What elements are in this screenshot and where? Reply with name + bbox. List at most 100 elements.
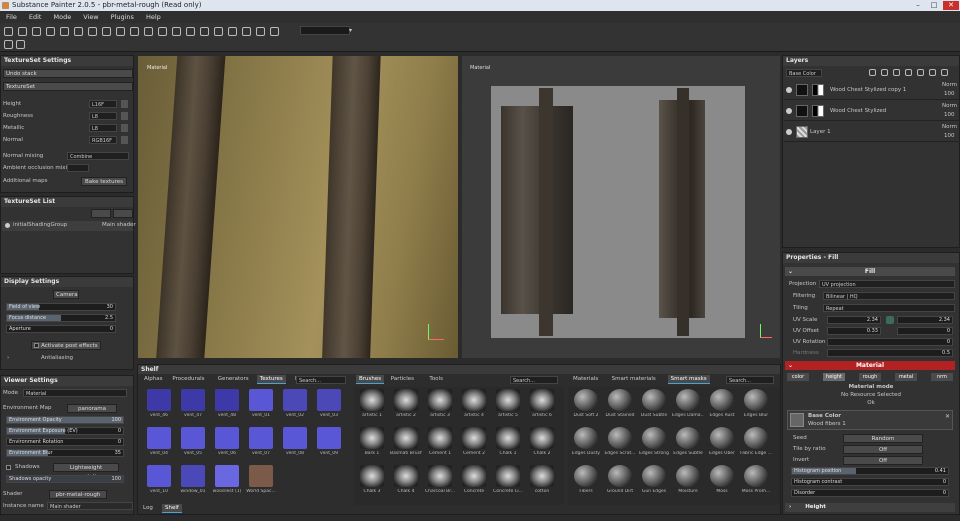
material-channel-chip[interactable]: metal	[895, 373, 917, 381]
instance-name-field[interactable]: Main shader	[47, 502, 133, 510]
texture-thumbnail[interactable]	[283, 389, 307, 411]
texture-thumbnail[interactable]	[181, 427, 205, 449]
smart-mask-thumbnail[interactable]	[676, 465, 700, 487]
brush-icon[interactable]	[18, 27, 27, 36]
antialiasing-section[interactable]: › Antialiasing	[7, 354, 73, 363]
smart-mask-thumbnail[interactable]	[574, 389, 598, 411]
layer-blend-mode[interactable]: Norm	[942, 81, 957, 90]
transform-icon[interactable]	[158, 27, 167, 36]
shelf-search-masks[interactable]: Search...	[726, 376, 774, 384]
viewer-slider[interactable]: Environment Rotation 0	[6, 438, 124, 446]
brush-thumbnail[interactable]	[496, 465, 520, 487]
screenshot-icon[interactable]	[4, 40, 13, 49]
material-channel-chip[interactable]: rough	[859, 373, 881, 381]
add-layer-icon[interactable]	[881, 69, 888, 76]
shader-select[interactable]: pbr-metal-rough	[49, 490, 107, 499]
menu-item-help[interactable]: Help	[146, 13, 161, 21]
texture-thumbnail[interactable]	[147, 465, 171, 487]
shelf-tab[interactable]: Materials	[570, 375, 601, 384]
menu-item-plugins[interactable]: Plugins	[111, 13, 134, 21]
layer-blend-mode[interactable]: Norm	[942, 123, 957, 132]
layer-opacity[interactable]: 100	[944, 90, 955, 99]
mode-select[interactable]: Material	[23, 389, 127, 397]
minimize-button[interactable]: –	[910, 1, 926, 10]
texture-thumbnail[interactable]	[249, 427, 273, 449]
delete-icon[interactable]	[941, 69, 948, 76]
brush-thumbnail[interactable]	[496, 389, 520, 411]
post-effects-toggle[interactable]: Activate post effects	[31, 341, 101, 350]
material-channel-chip[interactable]: color	[787, 373, 809, 381]
menu-item-view[interactable]: View	[83, 13, 98, 21]
eraser-icon[interactable]	[32, 27, 41, 36]
brush-thumbnail[interactable]	[360, 427, 384, 449]
projection-select[interactable]: UV projection	[819, 280, 955, 288]
shelf-tab[interactable]: Procedurals	[169, 375, 207, 384]
histogram-position-slider[interactable]: Histogram position 0.41	[791, 467, 949, 475]
layer-row[interactable]: Wood Chest Stylized Norm 100	[784, 102, 960, 121]
add-effect-icon[interactable]	[917, 69, 924, 76]
tile-by-ratio-button[interactable]: Off	[843, 445, 923, 454]
layout-icon[interactable]	[214, 27, 223, 36]
shelf-tab[interactable]: Particles	[388, 375, 417, 384]
smart-mask-thumbnail[interactable]	[574, 465, 598, 487]
split-icon[interactable]	[242, 27, 251, 36]
smart-mask-thumbnail[interactable]	[608, 427, 632, 449]
bottom-tab[interactable]: Shelf	[162, 504, 182, 513]
remove-channel-icon[interactable]	[121, 112, 128, 120]
seed-random-button[interactable]: Random	[843, 434, 923, 443]
duplicate-icon[interactable]	[929, 69, 936, 76]
toolbar-size-field[interactable]	[300, 26, 350, 35]
texture-thumbnail[interactable]	[181, 389, 205, 411]
texture-thumbnail[interactable]	[147, 389, 171, 411]
clone-icon[interactable]	[88, 27, 97, 36]
smart-mask-thumbnail[interactable]	[642, 427, 666, 449]
brush-thumbnail[interactable]	[428, 427, 452, 449]
texture-thumbnail[interactable]	[215, 465, 239, 487]
tiling-select[interactable]: Repeat	[823, 304, 955, 312]
toolbar-dropdown-icon[interactable]: ▾	[349, 27, 358, 35]
smart-mask-thumbnail[interactable]	[744, 427, 768, 449]
texture-thumbnail[interactable]	[215, 427, 239, 449]
add-folder-icon[interactable]	[893, 69, 900, 76]
channel-format-select[interactable]: L8	[89, 112, 117, 120]
ao-mixing-select[interactable]	[67, 164, 89, 172]
texture-thumbnail[interactable]	[249, 389, 273, 411]
shelf-search-textures[interactable]: Search...	[296, 376, 346, 384]
brush-thumbnail[interactable]	[530, 389, 554, 411]
brush-thumbnail[interactable]	[462, 465, 486, 487]
bake-textures-button[interactable]: Bake textures	[81, 177, 127, 186]
texture-thumbnail[interactable]	[317, 427, 341, 449]
projection-icon[interactable]	[46, 27, 55, 36]
smart-mask-thumbnail[interactable]	[608, 465, 632, 487]
texture-slot-icon[interactable]	[790, 413, 804, 427]
uv-offset-slider-2[interactable]: 0	[897, 327, 953, 335]
add-mask-icon[interactable]	[905, 69, 912, 76]
uv-scale-slider-2[interactable]: 2.34	[897, 316, 953, 324]
filtering-select[interactable]: Bilinear | HQ	[823, 292, 955, 300]
smart-mask-thumbnail[interactable]	[710, 389, 734, 411]
texture-thumbnail[interactable]	[215, 389, 239, 411]
texture-thumbnail[interactable]	[283, 427, 307, 449]
eye-icon[interactable]	[786, 129, 792, 135]
smudge-icon[interactable]	[74, 27, 83, 36]
textureset-tab[interactable]: TextureSet	[3, 82, 133, 91]
eye-icon[interactable]	[786, 108, 792, 114]
layers-channel-select[interactable]: Base Color	[786, 69, 822, 77]
aperture-slider[interactable]: Aperture 0	[6, 325, 116, 333]
texture-thumbnail[interactable]	[147, 427, 171, 449]
brush-thumbnail[interactable]	[394, 465, 418, 487]
env-map-button[interactable]: panorama	[67, 404, 117, 413]
uv-offset-slider[interactable]: 0.33	[827, 327, 881, 335]
remove-channel-icon[interactable]	[121, 124, 128, 132]
grid-icon[interactable]	[200, 27, 209, 36]
close-icon[interactable]: ✕	[945, 413, 950, 420]
eye-icon[interactable]	[786, 87, 792, 93]
viewer-slider[interactable]: Environment Opacity 100	[6, 416, 124, 424]
shelf-tab[interactable]: Tools	[426, 375, 446, 384]
picker-icon[interactable]	[102, 27, 111, 36]
remove-channel-icon[interactable]	[121, 100, 128, 108]
channel-format-select[interactable]: L16F	[89, 100, 117, 108]
shadows-checkbox[interactable]	[6, 465, 11, 470]
smart-mask-thumbnail[interactable]	[676, 427, 700, 449]
add-fill-layer-icon[interactable]	[869, 69, 876, 76]
